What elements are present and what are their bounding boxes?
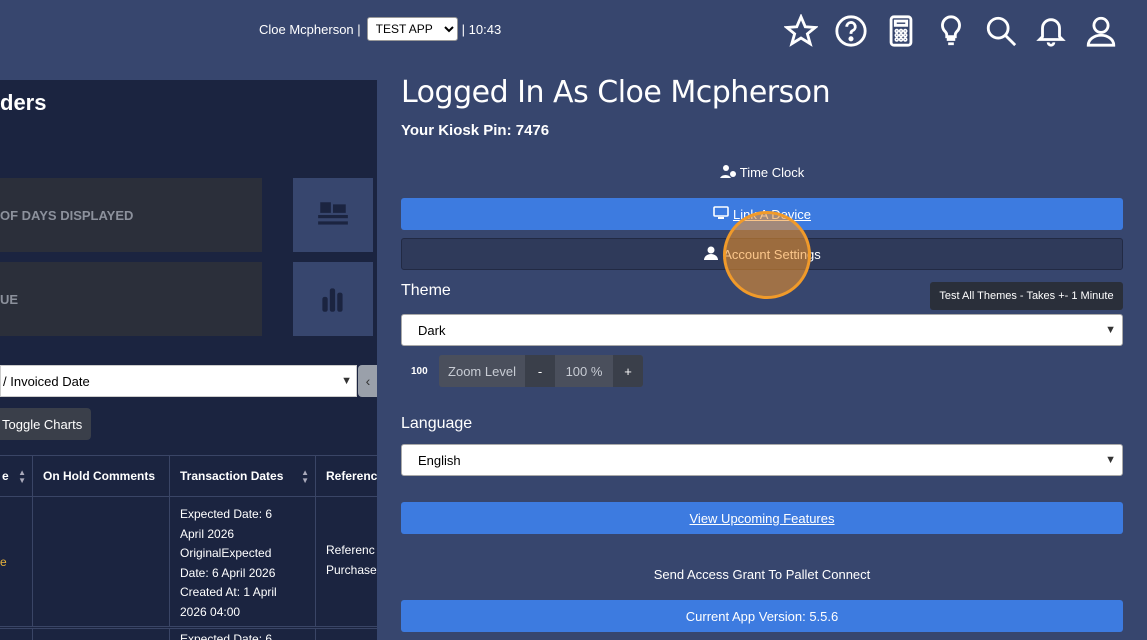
account-panel: Logged In As Cloe Mcpherson Your Kiosk P…	[377, 75, 1147, 640]
user-area: Cloe Mcpherson | TEST APP | 10:43	[259, 16, 501, 42]
user-name: Cloe Mcpherson |	[259, 21, 361, 37]
calculator-icon[interactable]	[883, 12, 919, 50]
stat-card-value[interactable]: UE	[0, 262, 262, 336]
zoom-label: Zoom Level	[439, 355, 525, 387]
link-device-label: Link A Device	[732, 206, 812, 222]
user-icon	[703, 246, 719, 263]
column-header-label: On Hold Comments	[43, 469, 156, 483]
column-header[interactable]: On Hold Comments	[33, 456, 170, 496]
reference-line: Referenc	[326, 543, 375, 557]
column-header-label: Referenc	[326, 469, 378, 483]
zoom-control: 100 Zoom Level - 100 % +	[411, 355, 643, 387]
on-hold-cell	[33, 497, 170, 626]
top-bar: Cloe Mcpherson | TEST APP | 10:43	[0, 0, 1147, 80]
column-header[interactable]: e ▲ ▼	[0, 456, 33, 496]
date-line: Created At: 1 April	[180, 585, 277, 599]
theme-label: Theme	[401, 282, 451, 299]
upcoming-label: View Upcoming Features	[689, 510, 835, 526]
monitor-icon	[713, 205, 729, 223]
sort-icon: ▲ ▼	[301, 468, 309, 485]
orders-page: ders OF DAYS DISPLAYED UE / Invoiced Dat…	[0, 80, 378, 640]
theme-value: Dark	[418, 322, 446, 338]
status-cell: e	[0, 497, 33, 626]
chevron-down-icon: ▼	[1105, 454, 1116, 466]
zoom-in-button[interactable]: +	[613, 355, 643, 387]
column-header-label: e	[2, 469, 9, 483]
link-device-button[interactable]: Link A Device	[401, 198, 1123, 230]
table-row[interactable]: e Expected Date: 6 April 2026 OriginalEx…	[0, 497, 378, 627]
time-clock-link[interactable]: Time Clock	[401, 164, 1123, 181]
transaction-dates-cell: Expected Date: 6 April 2026 OriginalExpe…	[170, 497, 316, 626]
user-icon[interactable]	[1083, 12, 1119, 50]
account-settings-button[interactable]: Account Settings	[401, 238, 1123, 270]
date-type-select[interactable]: / Invoiced Date ▼	[0, 365, 357, 397]
table-header: e ▲ ▼ On Hold Comments Transaction Dates …	[0, 455, 378, 497]
logged-in-title: Logged In As Cloe Mcpherson	[401, 75, 831, 110]
language-label: Language	[401, 415, 473, 432]
app-select[interactable]: TEST APP	[366, 17, 458, 41]
collapse-handle[interactable]: ‹	[358, 365, 378, 397]
sort-icon: ▲ ▼	[18, 468, 26, 485]
date-line: Expected Date: 6	[180, 507, 273, 521]
theme-select[interactable]: Dark ▼	[401, 314, 1123, 346]
transaction-dates-cell: Expected Date: 6	[170, 629, 316, 640]
top-icons	[783, 12, 1119, 50]
access-grant-link[interactable]: Send Access Grant To Pallet Connect	[401, 567, 1123, 582]
stat-card-days[interactable]: OF DAYS DISPLAYED	[0, 178, 262, 252]
help-icon[interactable]	[833, 12, 869, 50]
column-header[interactable]: Referenc	[316, 456, 378, 496]
view-upcoming-features-button[interactable]: View Upcoming Features	[401, 502, 1123, 534]
toggle-charts-button[interactable]: Toggle Charts	[0, 408, 91, 440]
bell-icon[interactable]	[1033, 12, 1069, 50]
kiosk-pin: Your Kiosk Pin: 7476	[401, 122, 550, 139]
stat-card-label: OF DAYS DISPLAYED	[0, 207, 134, 223]
language-select[interactable]: English ▼	[401, 444, 1123, 476]
date-line: 2026 04:00	[180, 604, 241, 619]
zoom-100-icon: 100	[411, 365, 428, 377]
pallet-icon	[293, 178, 373, 252]
bar-chart-icon	[293, 262, 373, 336]
date-type-value: / Invoiced Date	[3, 373, 90, 389]
chevron-down-icon: ▼	[341, 375, 352, 387]
zoom-out-button[interactable]: -	[525, 355, 555, 387]
reference-line: Purchase	[326, 562, 377, 577]
user-clock-icon	[719, 164, 736, 181]
time-clock-label: Time Clock	[739, 165, 805, 180]
lightbulb-icon[interactable]	[933, 12, 969, 50]
reference-cell: Referenc Purchase	[316, 497, 378, 626]
account-settings-label: Account Settings	[723, 246, 821, 262]
date-line: April 2026	[180, 526, 235, 541]
table-row[interactable]: Expected Date: 6	[0, 628, 378, 640]
star-icon[interactable]	[783, 12, 819, 50]
page-title: ders	[0, 90, 47, 115]
zoom-value: 100 %	[555, 355, 613, 387]
date-line: Date: 6 April 2026	[180, 565, 276, 580]
column-header[interactable]: Transaction Dates ▲ ▼	[170, 456, 316, 496]
clock-time: | 10:43	[461, 21, 502, 37]
test-themes-button[interactable]: Test All Themes - Takes +- 1 Minute	[930, 282, 1123, 310]
app-version-label: Current App Version: 5.5.6	[685, 608, 839, 624]
zoom-group: Zoom Level - 100 % +	[439, 355, 643, 387]
chevron-down-icon: ▼	[1105, 324, 1116, 336]
column-header-label: Transaction Dates	[180, 469, 284, 483]
date-line: OriginalExpected	[180, 546, 272, 560]
search-icon[interactable]	[983, 12, 1019, 50]
language-value: English	[418, 452, 461, 468]
app-version-button[interactable]: Current App Version: 5.5.6	[401, 600, 1123, 632]
stat-card-label: UE	[0, 291, 19, 307]
